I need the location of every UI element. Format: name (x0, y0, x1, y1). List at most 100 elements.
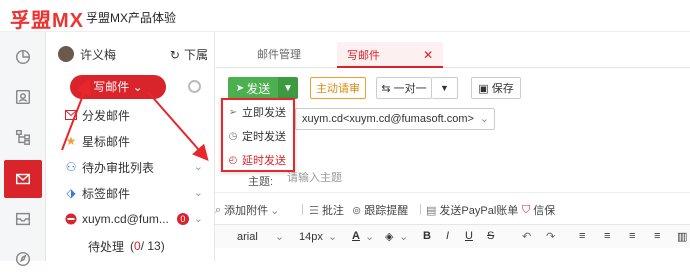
divider (420, 204, 421, 215)
align-center-icon[interactable]: ≡ (604, 230, 610, 242)
tag-icon: ⬗ (66, 186, 76, 200)
italic-icon[interactable]: I (446, 230, 449, 242)
underline-icon[interactable]: U (465, 230, 473, 242)
redo-icon[interactable]: ↷ (546, 230, 555, 243)
chevron-down-icon[interactable]: ⌄ (399, 230, 408, 243)
subfolder-count: (0/ 13) (130, 239, 165, 253)
invoice-icon: ▤ (426, 204, 437, 217)
tracking-reminder-button[interactable]: ⊚ 跟踪提醒 (352, 202, 408, 218)
send-label: 发送 (246, 81, 271, 96)
mail-icon[interactable] (4, 160, 42, 198)
paper-plane-icon: ➤ (235, 82, 245, 94)
tracking-label: 跟踪提醒 (364, 205, 409, 217)
send-button[interactable]: ➤ 发送 (228, 77, 278, 99)
close-icon[interactable]: ✕ (423, 48, 433, 62)
bold-icon[interactable]: B (423, 230, 431, 242)
subfolder-pending[interactable]: 待处理 (0/ 13) (88, 235, 233, 257)
align-justify-icon[interactable]: ≡ (654, 230, 660, 242)
font-family-select[interactable]: arial ⌄ (237, 230, 284, 243)
compose-label: 写邮件 (93, 80, 130, 94)
paypal-label: 发送PayPal账单 (439, 205, 519, 217)
align-right-icon[interactable]: ≡ (629, 230, 635, 242)
font-color-icon[interactable]: A (352, 230, 360, 242)
timer-icon: ◴ (228, 154, 238, 166)
add-attachment-button[interactable]: ⌕ 添加附件 ⌄ (215, 202, 279, 218)
pie-chart-icon[interactable] (8, 42, 38, 72)
nav-rail (0, 32, 46, 267)
folder-item-distribute[interactable]: 分发邮件 (64, 104, 209, 126)
app-logo[interactable]: 孚盟MX (10, 4, 84, 33)
unread-badge: 0 (176, 213, 189, 225)
caret-down-icon: ▼ (283, 82, 293, 94)
undo-icon[interactable]: ↶ (522, 230, 531, 243)
font-family-value: arial (237, 231, 258, 243)
format-toolbar: arial ⌄ 14px ⌄ A ⌄ ◈ ⌄ B I U S ↶ ↷ ≡ ≡ ≡… (215, 224, 690, 248)
recipient-mode-select[interactable]: ⇆ 一对一 (376, 77, 432, 99)
contact-card-icon[interactable] (8, 82, 38, 112)
org-chart-icon[interactable] (8, 122, 38, 152)
chevron-down-icon: ⌄ (274, 231, 285, 243)
chevron-down-icon: ⌄ (479, 113, 489, 125)
mode-dropdown-toggle[interactable]: ▼ (432, 77, 458, 99)
font-size-select[interactable]: 14px ⌄ (299, 230, 337, 243)
more-format-icon[interactable]: ▥ (677, 230, 687, 243)
subject-input[interactable] (287, 172, 487, 184)
folder-label: xuym.cd@fum... (82, 212, 169, 226)
font-size-value: 14px (299, 231, 323, 243)
comment-button[interactable]: ☰ 批注 (309, 202, 344, 218)
menu-item-label: 定时发送 (242, 131, 286, 143)
clock-icon: ◷ (228, 130, 238, 142)
account-icon (64, 212, 78, 226)
chevron-down-icon[interactable]: ⌄ (365, 230, 374, 243)
menu-item-scheduled-send[interactable]: ◷ 定时发送 (227, 126, 293, 146)
paypal-invoice-button[interactable]: ▤ 发送PayPal账单 (426, 202, 518, 218)
subject-label: 主题: (248, 176, 274, 188)
user-name: 许义梅 (80, 47, 117, 62)
chevron-down-icon[interactable]: ⌄ (194, 186, 203, 199)
folder-item-tags[interactable]: ⬗ 标签邮件 ⌄ (64, 182, 209, 204)
inbox-icon[interactable] (8, 204, 38, 234)
caret-down-icon: ▼ (440, 83, 449, 93)
star-icon: ★ (65, 134, 77, 148)
compass-icon[interactable] (8, 244, 38, 274)
envelope-icon (64, 108, 78, 122)
chevron-down-icon[interactable]: ⌄ (194, 212, 203, 225)
approval-icon: ⚇ (65, 160, 77, 174)
subfolder-label: 待处理 (88, 239, 125, 254)
top-bar: 孚盟MX 孚盟MX产品体验 (0, 0, 690, 32)
letter-label: 信保 (533, 205, 556, 217)
send-options-menu: ➢ 立即发送 ◷ 定时发送 ◴ 延时发送 (221, 98, 295, 172)
folder-label: 标签邮件 (82, 186, 131, 201)
folder-item-account[interactable]: xuym.cd@fum... 0 ⌄ (64, 208, 209, 230)
send-dropdown-toggle[interactable]: ▼ (278, 77, 298, 99)
chevron-down-icon: ⌄ (132, 80, 143, 94)
attach-label: 添加附件 (224, 205, 269, 217)
avatar[interactable] (58, 46, 74, 62)
menu-item-send-now[interactable]: ➢ 立即发送 (227, 102, 293, 122)
chevron-down-icon: ⌄ (327, 231, 338, 243)
comment-icon: ☰ (309, 204, 319, 217)
refresh-icon: ↻ (169, 47, 180, 62)
subordinate-button[interactable]: ↻ 下属 (170, 46, 208, 63)
chevron-down-icon[interactable]: ⌄ (194, 160, 203, 173)
highlight-color-icon[interactable]: ◈ (385, 230, 393, 243)
subordinate-label: 下属 (183, 48, 208, 62)
comment-label: 批注 (321, 205, 344, 217)
align-left-icon[interactable]: ≡ (579, 230, 585, 242)
compose-button[interactable]: 写邮件 ⌄ (70, 75, 166, 99)
tab-mail-management[interactable]: 邮件管理 (257, 42, 301, 68)
folder-label: 待办审批列表 (82, 160, 155, 175)
credit-insurance-button[interactable]: ⛉ 信保 (522, 202, 555, 218)
invite-review-button[interactable]: 主动请审 (310, 77, 366, 99)
tab-compose[interactable]: 写邮件 ✕ (337, 42, 444, 68)
save-button[interactable]: ▣ 保存 (471, 77, 521, 99)
strikethrough-icon[interactable]: S (487, 230, 494, 242)
menu-item-label: 立即发送 (242, 107, 286, 119)
menu-item-delayed-send[interactable]: ◴ 延时发送 (227, 150, 293, 170)
sender-select[interactable]: xuym.cd<xuym.cd@fumasoft.com> ⌄ (295, 108, 495, 130)
folder-item-starred[interactable]: ★ 星标邮件 (64, 130, 209, 152)
settings-icon[interactable] (188, 80, 201, 93)
folder-item-approval[interactable]: ⚇ 待办审批列表 ⌄ (64, 156, 209, 178)
sender-value: xuym.cd<xuym.cd@fumasoft.com> (302, 113, 474, 125)
paper-plane-icon: ➢ (228, 106, 238, 118)
